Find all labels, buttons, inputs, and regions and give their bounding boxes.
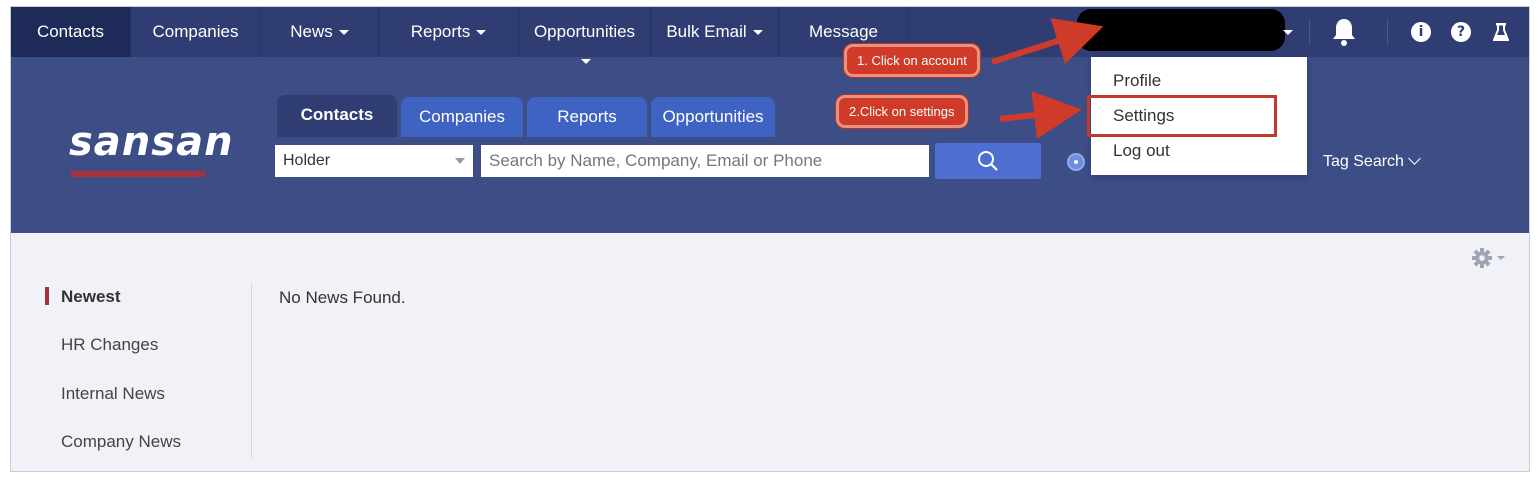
step-1-callout: 1. Click on account bbox=[844, 44, 980, 77]
nav-reports[interactable]: Reports bbox=[379, 7, 519, 57]
account-caret-icon bbox=[1283, 30, 1293, 35]
nav-companies[interactable]: Companies bbox=[131, 7, 261, 57]
nav-news-label: News bbox=[290, 22, 333, 41]
sidebar-item-internal-news[interactable]: Internal News bbox=[61, 384, 165, 404]
caret-down-icon bbox=[1497, 256, 1505, 260]
sidebar-item-hr-changes[interactable]: HR Changes bbox=[61, 335, 158, 355]
chevron-down-icon bbox=[1408, 152, 1421, 165]
tab-opportunities[interactable]: Opportunities bbox=[651, 97, 775, 137]
sansan-logo: sansan bbox=[69, 119, 234, 165]
divider bbox=[1309, 19, 1310, 45]
settings-highlight-box bbox=[1087, 95, 1277, 137]
tag-search-label: Tag Search bbox=[1323, 153, 1404, 170]
divider bbox=[1387, 19, 1388, 45]
bell-icon[interactable] bbox=[1327, 7, 1361, 57]
gear-icon bbox=[1472, 248, 1492, 268]
dropdown-arrow-icon bbox=[455, 158, 465, 164]
holder-select[interactable]: Holder bbox=[275, 145, 473, 177]
caret-down-icon bbox=[338, 30, 349, 36]
search-mode-radio[interactable] bbox=[1067, 153, 1085, 171]
active-indicator bbox=[45, 287, 49, 305]
top-nav: Contacts Companies News Reports Opportun… bbox=[11, 7, 1529, 57]
menu-item-logout[interactable]: Log out bbox=[1113, 141, 1170, 161]
step-2-callout: 2.Click on settings bbox=[836, 95, 968, 128]
nav-bulk-email-label: Bulk Email bbox=[666, 22, 747, 41]
settings-gear[interactable] bbox=[1471, 247, 1505, 269]
info-icon[interactable]: i bbox=[1409, 7, 1433, 57]
tab-label: Companies bbox=[419, 107, 505, 126]
search-input[interactable] bbox=[481, 145, 929, 177]
menu-item-profile[interactable]: Profile bbox=[1113, 71, 1161, 91]
empty-news-message: No News Found. bbox=[279, 288, 406, 307]
nav-bulk-email[interactable]: Bulk Email bbox=[651, 7, 779, 57]
select-value: Holder bbox=[283, 152, 331, 169]
caret-down-icon bbox=[752, 30, 763, 36]
nav-news[interactable]: News bbox=[261, 7, 379, 57]
tab-label: Reports bbox=[557, 107, 617, 126]
tab-label: Opportunities bbox=[662, 107, 764, 126]
caret-down-icon bbox=[476, 30, 487, 36]
logo-underline bbox=[71, 171, 205, 177]
flask-icon[interactable] bbox=[1489, 7, 1513, 57]
help-icon[interactable]: ? bbox=[1449, 7, 1473, 57]
sidebar-item-company-news[interactable]: Company News bbox=[61, 432, 181, 452]
nav-message-label: Message bbox=[809, 22, 878, 41]
sidebar-divider bbox=[251, 283, 252, 459]
app-window: Contacts Companies News Reports Opportun… bbox=[10, 6, 1530, 472]
nav-contacts-label: Contacts bbox=[36, 22, 105, 41]
search-icon bbox=[978, 151, 998, 171]
tab-reports[interactable]: Reports bbox=[527, 97, 647, 137]
tab-companies[interactable]: Companies bbox=[401, 97, 523, 137]
nav-opportunities[interactable]: Opportunities bbox=[519, 7, 651, 57]
nav-reports-label: Reports bbox=[410, 22, 471, 41]
nav-opportunities-label: Opportunities bbox=[533, 22, 636, 41]
account-button[interactable] bbox=[1077, 9, 1285, 51]
search-button[interactable] bbox=[935, 143, 1041, 179]
tag-search-toggle[interactable]: Tag Search bbox=[1323, 152, 1421, 171]
tab-label: Contacts bbox=[300, 105, 374, 124]
nav-contacts[interactable]: Contacts bbox=[11, 7, 131, 57]
nav-companies-label: Companies bbox=[152, 22, 239, 41]
sidebar-item-newest[interactable]: Newest bbox=[61, 287, 121, 307]
tab-contacts[interactable]: Contacts bbox=[277, 95, 397, 137]
active-indicator-icon bbox=[581, 59, 591, 64]
